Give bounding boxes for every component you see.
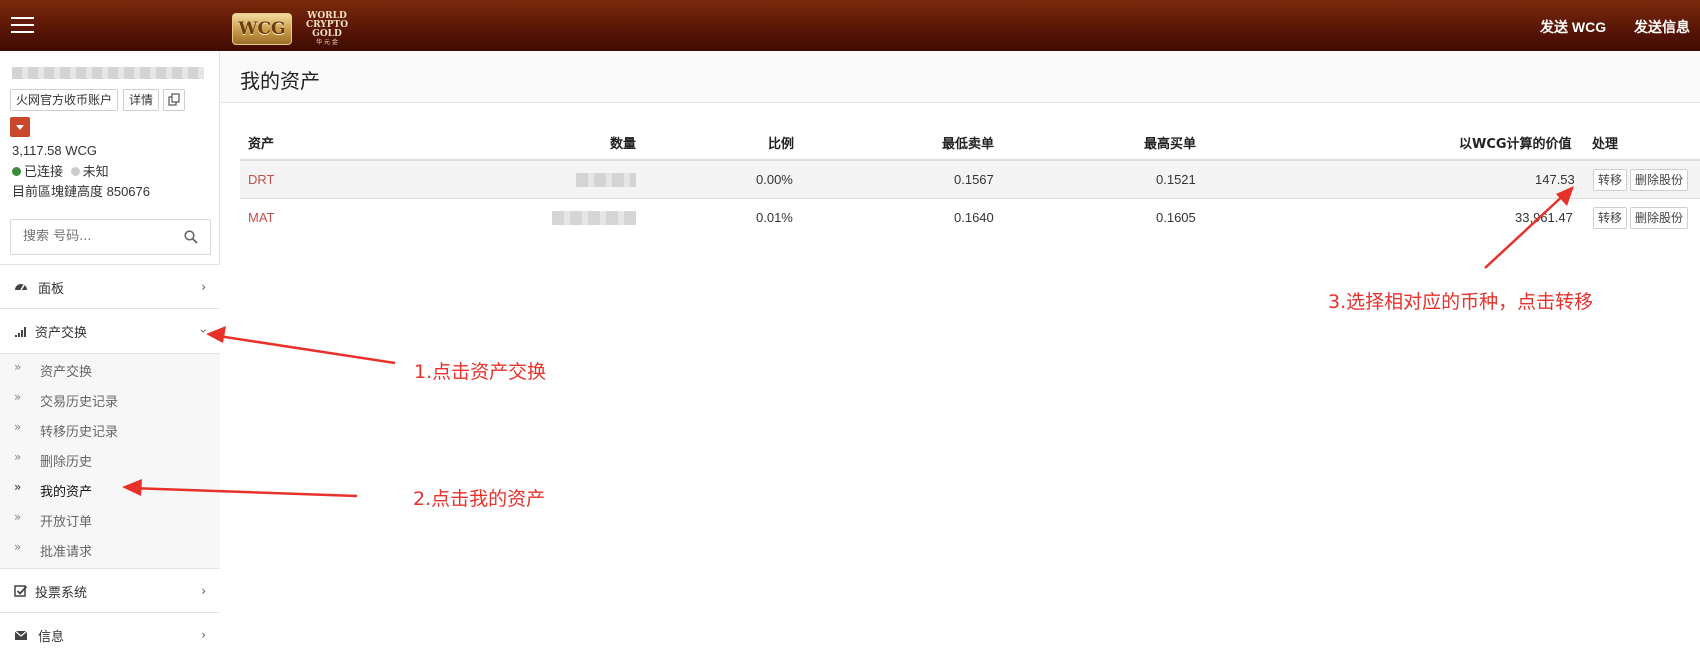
logo-line-3: GOLD — [312, 29, 342, 39]
quantity-redacted — [552, 211, 636, 225]
highest-bid-cell: 0.1605 — [1156, 210, 1196, 225]
sub-item-label: 资产交换 — [40, 365, 93, 380]
value-cell: 147.53 — [1535, 172, 1575, 187]
table-row: MAT 0.01% 0.1640 0.1605 33,961.47 转移 删除股… — [240, 198, 1700, 237]
quantity-redacted — [576, 173, 636, 187]
block-height: 目前區塊鏈高度 850676 — [12, 184, 150, 199]
double-chevron-icon: » — [14, 450, 22, 464]
sub-item-asset-exchange[interactable]: » 资产交换 — [0, 354, 220, 384]
nav-messages-label: 信息 — [38, 630, 65, 645]
sub-item-open-orders[interactable]: » 开放订单 — [0, 504, 220, 534]
account-tag-button[interactable]: 火网官方收币账户 — [10, 89, 119, 111]
nav-asset-exchange-label: 资产交换 — [35, 326, 88, 341]
nav-dashboard[interactable]: 面板 › — [0, 264, 220, 308]
top-navbar: WCG WORLD CRYPTO GOLD 华 元 金 发送 WCG 发送信息 — [0, 0, 1700, 51]
details-button[interactable]: 详情 — [123, 89, 160, 111]
asset-link[interactable]: MAT — [248, 210, 274, 225]
annotation-step2: 2.点击我的资产 — [413, 488, 546, 510]
double-chevron-icon: » — [14, 510, 22, 524]
send-message-link[interactable]: 发送信息 — [1634, 17, 1690, 37]
col-header-action: 处理 — [1592, 137, 1619, 152]
delete-shares-button[interactable]: 删除股份 — [1630, 169, 1689, 191]
sub-item-label: 转移历史记录 — [40, 425, 119, 440]
page-title: 我的资产 — [240, 69, 320, 93]
sub-item-approval-requests[interactable]: » 批准请求 — [0, 534, 220, 564]
col-header-lowest-ask: 最低卖单 — [942, 137, 995, 152]
hamburger-menu-icon[interactable] — [11, 17, 34, 35]
delete-shares-button[interactable]: 删除股份 — [1630, 207, 1689, 229]
transfer-button[interactable]: 转移 — [1593, 169, 1628, 191]
col-header-ratio: 比例 — [768, 137, 795, 152]
connection-status: 已连接 未知 — [12, 161, 109, 180]
account-dropdown-button[interactable] — [10, 117, 30, 137]
double-chevron-icon: » — [14, 390, 22, 404]
wcg-logo[interactable]: WCG — [232, 13, 292, 45]
ratio-cell: 0.00% — [756, 172, 793, 187]
sub-item-my-assets[interactable]: » 我的资产 — [0, 474, 220, 504]
status-connected-label: 已连接 — [24, 164, 64, 179]
sub-item-transfer-history[interactable]: » 转移历史记录 — [0, 414, 220, 444]
nav-asset-exchange[interactable]: 资产交换 › — [0, 308, 220, 353]
sub-item-delete-history[interactable]: » 删除历史 — [0, 444, 220, 474]
transfer-button[interactable]: 转移 — [1593, 207, 1628, 229]
asset-link[interactable]: DRT — [248, 172, 274, 187]
signal-bars-icon — [15, 327, 26, 337]
chevron-right-icon: › — [201, 280, 206, 294]
envelope-icon — [14, 630, 28, 640]
search-field[interactable] — [10, 219, 211, 255]
nav-dashboard-label: 面板 — [38, 282, 65, 297]
account-balance: 3,117.58 WCG — [12, 143, 98, 158]
lowest-ask-cell: 0.1640 — [954, 210, 994, 225]
nav-messages[interactable]: 信息 › — [0, 612, 220, 656]
highest-bid-cell: 0.1521 — [1156, 172, 1196, 187]
ratio-cell: 0.01% — [756, 210, 793, 225]
sub-item-label: 我的资产 — [40, 485, 93, 500]
sidebar: 火网官方收币账户 详情 3,117.58 WCG 已连接 未知 目前區塊鏈高度 … — [0, 51, 220, 656]
chevron-right-icon: › — [201, 628, 206, 642]
nav-voting-label: 投票系统 — [35, 586, 88, 601]
dashboard-icon — [15, 284, 27, 291]
nav-voting[interactable]: 投票系统 › — [0, 568, 220, 612]
table-row: DRT 0.00% 0.1567 0.1521 147.53 转移 删除股份 — [240, 159, 1700, 198]
annotation-step1: 1.点击资产交换 — [414, 361, 547, 383]
checkbox-icon — [14, 585, 28, 597]
send-wcg-link[interactable]: 发送 WCG — [1540, 17, 1606, 37]
col-header-highest-bid: 最高买单 — [1144, 137, 1197, 152]
col-header-value-wcg: 以WCG计算的价值 — [1459, 137, 1572, 152]
asset-exchange-submenu: » 资产交换 » 交易历史记录 » 转移历史记录 » 删除历史 » 我的资产 » 开放订单 … — [0, 353, 220, 568]
sub-item-label: 删除历史 — [40, 455, 93, 470]
lowest-ask-cell: 0.1567 — [954, 172, 994, 187]
account-name-redacted — [12, 67, 204, 79]
logo-wordmark: WORLD CRYPTO GOLD 华 元 金 — [304, 12, 350, 47]
search-input[interactable] — [23, 229, 178, 244]
logo-subline: 华 元 金 — [316, 39, 338, 46]
status-unknown-label: 未知 — [82, 164, 109, 179]
col-header-asset: 资产 — [248, 137, 275, 152]
sub-item-trade-history[interactable]: » 交易历史记录 — [0, 384, 220, 414]
double-chevron-icon: » — [14, 420, 22, 434]
double-chevron-icon: » — [14, 480, 22, 494]
col-header-quantity: 数量 — [610, 137, 637, 152]
sub-item-label: 开放订单 — [40, 515, 93, 530]
page-header: 我的资产 — [220, 51, 1700, 103]
double-chevron-icon: » — [14, 540, 22, 554]
chevron-down-icon: › — [196, 328, 211, 334]
unknown-status-icon — [70, 167, 80, 176]
chevron-right-icon: › — [201, 584, 206, 598]
copy-icon[interactable] — [163, 89, 185, 111]
annotation-step3: 3.选择相对应的币种，点击转移 — [1328, 291, 1594, 313]
search-icon[interactable] — [184, 230, 198, 244]
sub-item-label: 批准请求 — [40, 545, 93, 560]
sub-item-label: 交易历史记录 — [40, 395, 119, 410]
arrow-step1 — [211, 333, 396, 365]
double-chevron-icon: » — [14, 360, 22, 374]
connected-status-icon — [12, 167, 21, 176]
value-cell: 33,961.47 — [1515, 210, 1573, 225]
